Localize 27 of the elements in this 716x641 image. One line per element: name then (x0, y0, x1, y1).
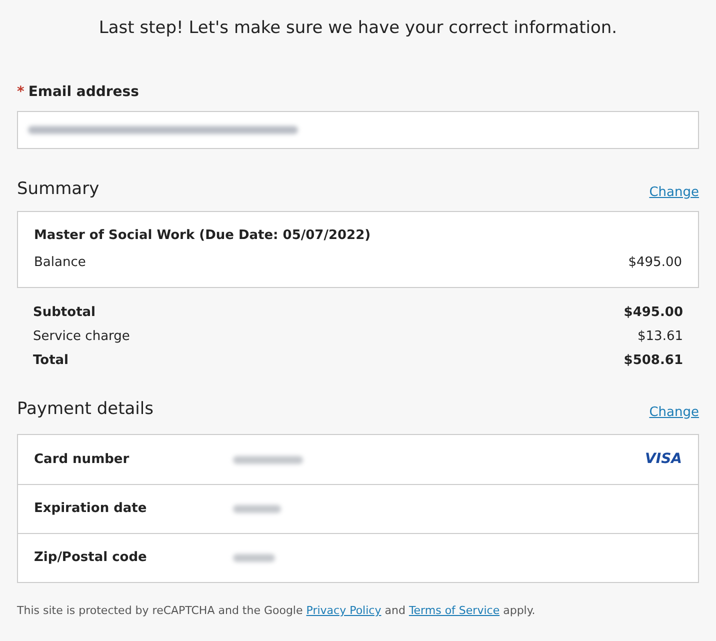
item-label: Balance (34, 254, 86, 272)
total-label: Subtotal (33, 304, 96, 322)
recaptcha-notice: This site is protected by reCAPTCHA and the Google Privacy Policy and Terms of Service apply. (17, 603, 536, 619)
total-label: Total (33, 352, 69, 370)
required-mark: * (17, 83, 24, 102)
change-link[interactable]: Change (649, 402, 699, 422)
privacy-policy-link[interactable]: Privacy Policy (306, 604, 382, 617)
total-amount: $13.61 (638, 328, 683, 346)
total-label: Service charge (33, 328, 130, 346)
change-link[interactable]: Change (649, 183, 699, 202)
field-label: Email address (28, 83, 139, 102)
row-label: Expiration date (34, 500, 148, 518)
blurred-value (233, 505, 281, 513)
row-label: Zip/Postal code (34, 549, 148, 568)
section-heading: Summary (17, 178, 100, 201)
email-field[interactable] (17, 111, 699, 149)
blurred-value (233, 554, 275, 562)
section-heading: Payment details (17, 398, 154, 420)
blurred-value (233, 456, 303, 464)
total-amount: $495.00 (624, 304, 683, 322)
card-brand-logo: VISA (645, 450, 682, 469)
page-title: Last step! Let's make sure we have your correct information. (98, 17, 618, 40)
total-amount: $508.61 (624, 352, 683, 370)
item-title: Master of Social Work (Due Date: 05/07/2022) (34, 226, 372, 244)
terms-link[interactable]: Terms of Service (408, 604, 500, 617)
item-amount: $495.00 (628, 254, 682, 272)
row-label: Card number (34, 450, 130, 469)
